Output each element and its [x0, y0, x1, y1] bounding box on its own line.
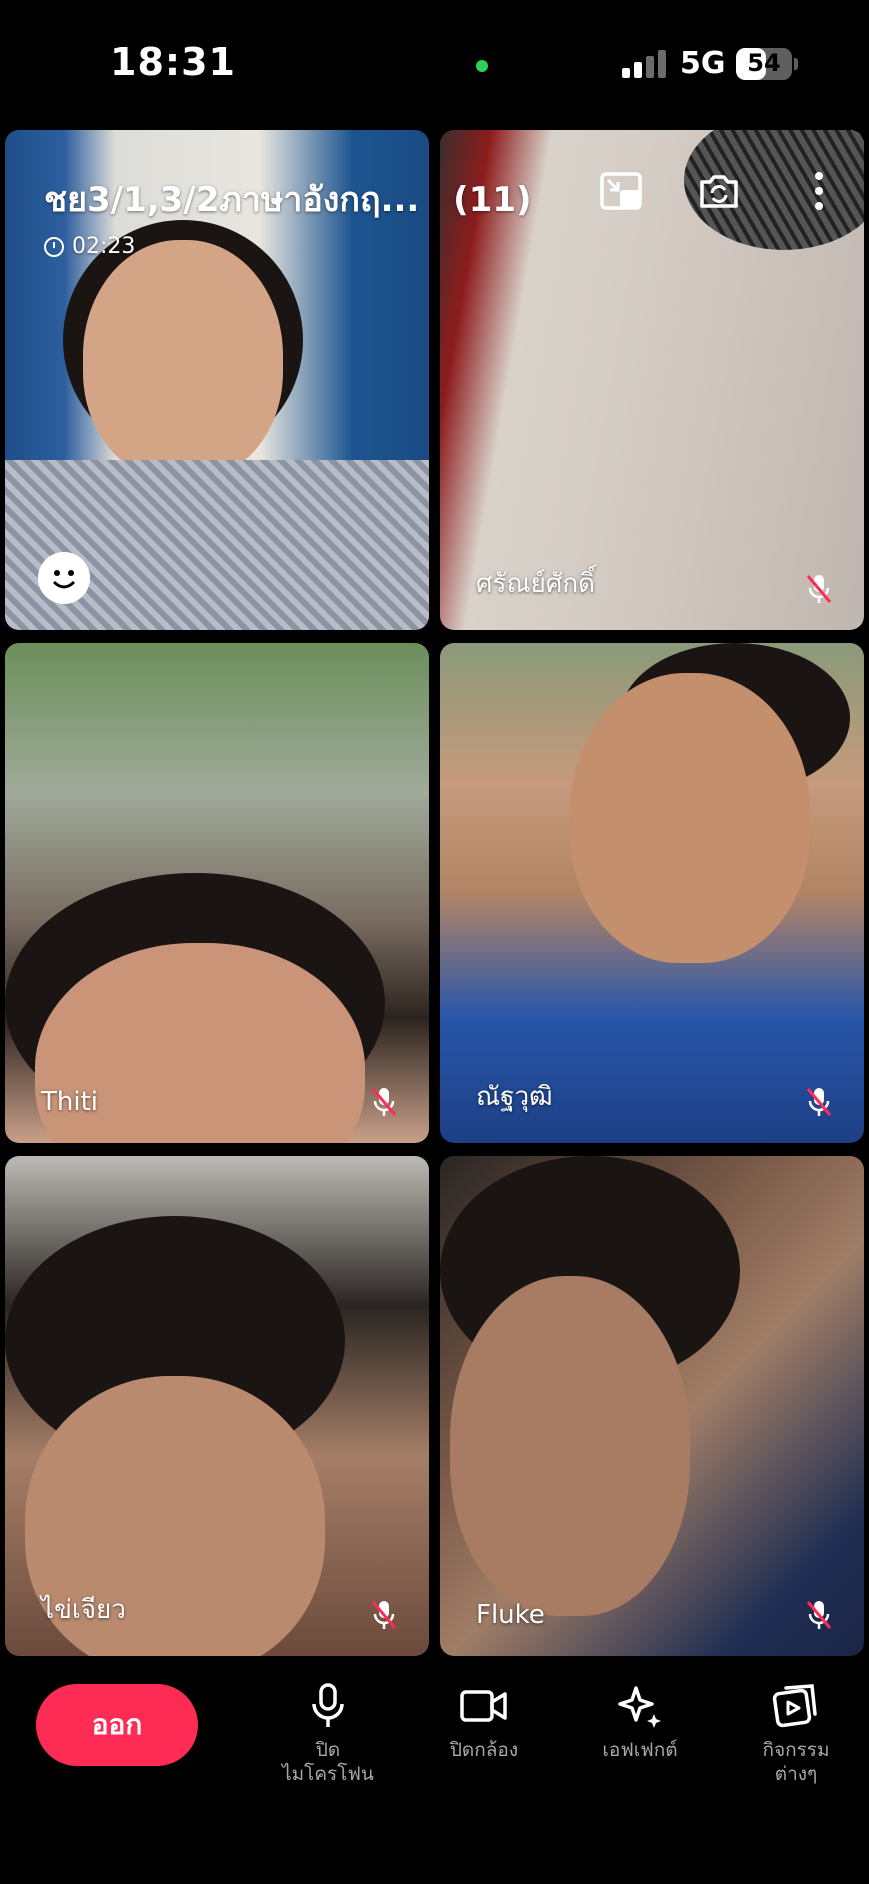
- mic-off-icon: [806, 1601, 832, 1629]
- activities-label-line2: ต่างๆ: [774, 1763, 818, 1785]
- video-face: [83, 240, 283, 480]
- participant-tile-5[interactable]: ไข่เจียว: [5, 1156, 429, 1656]
- mic-toggle-label-line1: ปิด: [315, 1739, 341, 1761]
- call-duration: 02:23: [72, 234, 136, 259]
- call-title: ชย3/1,3/2ภาษาอังกฤ...: [44, 180, 420, 220]
- participant-tile-3[interactable]: Thiti: [5, 643, 429, 1143]
- mic-off-icon: [371, 1601, 397, 1629]
- status-bar: 18:31 5G 54: [0, 0, 869, 120]
- participant-name: Fluke: [476, 1600, 545, 1630]
- leave-call-button[interactable]: ออก: [36, 1684, 198, 1766]
- video-sweater: [5, 460, 429, 630]
- minimize-window-icon[interactable]: [598, 168, 644, 214]
- network-type: 5G: [680, 46, 726, 81]
- participant-count: (11): [453, 180, 532, 220]
- effects-button[interactable]: เอฟเฟกต์: [570, 1682, 710, 1762]
- battery-tip: [794, 58, 798, 70]
- video-face: [450, 1276, 690, 1616]
- clock-icon: [44, 236, 64, 257]
- mic-off-icon: [371, 1088, 397, 1116]
- activities-button[interactable]: กิจกรรม ต่างๆ: [726, 1682, 866, 1786]
- video-face: [570, 673, 810, 963]
- effects-label: เอฟเฟกต์: [602, 1739, 678, 1761]
- microphone-icon: [312, 1683, 344, 1727]
- call-header: ชย3/1,3/2ภาษาอังกฤ... (11): [44, 172, 532, 226]
- battery-icon: 54: [736, 48, 792, 80]
- flip-camera-icon[interactable]: [696, 168, 742, 214]
- camera-toggle-button[interactable]: ปิดกล้อง: [414, 1682, 554, 1762]
- battery-level: 54: [747, 49, 781, 77]
- camera-in-use-indicator: [476, 60, 488, 72]
- mic-off-icon: [806, 575, 832, 603]
- mic-toggle-button[interactable]: ปิด ไมโครโฟน: [258, 1682, 398, 1786]
- participant-name: Thiti: [41, 1087, 99, 1117]
- activities-label-line1: กิจกรรม: [762, 1739, 830, 1761]
- camera-toggle-label: ปิดกล้อง: [449, 1739, 519, 1761]
- video-camera-icon: [460, 1690, 507, 1722]
- activities-icon: [772, 1684, 817, 1728]
- more-vertical-icon[interactable]: [796, 168, 842, 214]
- participant-name: ณัฐวุฒิ: [476, 1082, 553, 1112]
- mic-toggle-label-line2: ไมโครโฟน: [282, 1763, 374, 1785]
- mic-off-icon: [806, 1088, 832, 1116]
- participant-name: ศรัณย์ศักดิ์: [476, 569, 595, 599]
- participant-name: ไข่เจียว: [41, 1595, 126, 1625]
- participant-tile-4[interactable]: ณัฐวุฒิ: [440, 643, 864, 1143]
- call-timer: 02:23: [44, 234, 135, 259]
- participant-tile-6[interactable]: Fluke: [440, 1156, 864, 1656]
- status-time: 18:31: [110, 40, 236, 84]
- cellular-signal-icon: [622, 48, 666, 78]
- sparkle-effects-icon: [618, 1686, 661, 1728]
- emoji-icon[interactable]: [38, 552, 90, 604]
